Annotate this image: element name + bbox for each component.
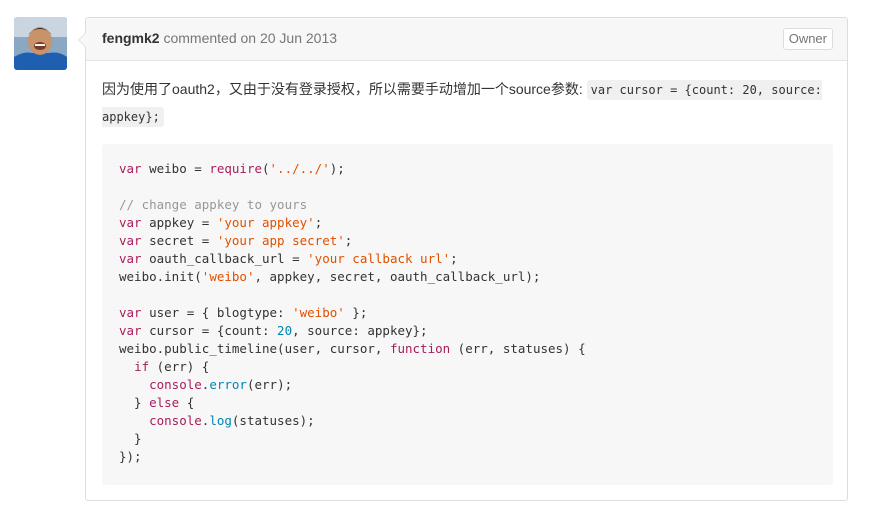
comment-card: fengmk2 commented on 20 Jun 2013 Owner 因… bbox=[78, 17, 848, 501]
comment-body: 因为使用了oauth2，又由于没有登录授权，所以需要手动增加一个source参数… bbox=[102, 76, 831, 130]
comment-action: commented on bbox=[163, 30, 257, 46]
code-line: var cursor = {count: 20, source: appkey}… bbox=[119, 323, 428, 338]
code-line: var user = { blogtype: 'weibo' }; bbox=[119, 305, 368, 320]
code-line: // change appkey to yours bbox=[119, 197, 308, 212]
comment-paragraph: 因为使用了oauth2，又由于没有登录授权，所以需要手动增加一个source参数… bbox=[102, 76, 831, 130]
owner-badge: Owner bbox=[782, 28, 833, 50]
avatar-image bbox=[14, 17, 67, 70]
code-line: console.error(err); bbox=[149, 377, 293, 392]
code-line: var secret = 'your app secret'; bbox=[119, 233, 353, 248]
comment-text: 因为使用了oauth2，又由于没有登录授权，所以需要手动增加一个source参数… bbox=[102, 81, 583, 97]
code-line: var appkey = 'your appkey'; bbox=[119, 215, 323, 230]
code-line: var oauth_callback_url = 'your callback … bbox=[119, 251, 458, 266]
code-line: if (err) { bbox=[134, 359, 210, 374]
code-line: weibo.public_timeline(user, cursor, func… bbox=[119, 341, 586, 356]
code-line: weibo.init('weibo', appkey, secret, oaut… bbox=[119, 269, 541, 284]
code-line: var weibo = require('../../'); bbox=[119, 161, 345, 176]
comment-date-link[interactable]: 20 Jun 2013 bbox=[260, 30, 337, 46]
author-link[interactable]: fengmk2 bbox=[102, 30, 160, 46]
code-block: var weibo = require('../../'); // change… bbox=[102, 144, 833, 485]
comment-meta: fengmk2 commented on 20 Jun 2013 bbox=[102, 30, 337, 46]
avatar[interactable] bbox=[14, 17, 67, 70]
code-line: }); bbox=[119, 449, 142, 464]
code-line: } else { bbox=[119, 395, 195, 410]
code-line: console.log(statuses); bbox=[149, 413, 315, 428]
comment-header: fengmk2 commented on 20 Jun 2013 Owner bbox=[86, 18, 847, 61]
code-line: } bbox=[119, 431, 142, 446]
